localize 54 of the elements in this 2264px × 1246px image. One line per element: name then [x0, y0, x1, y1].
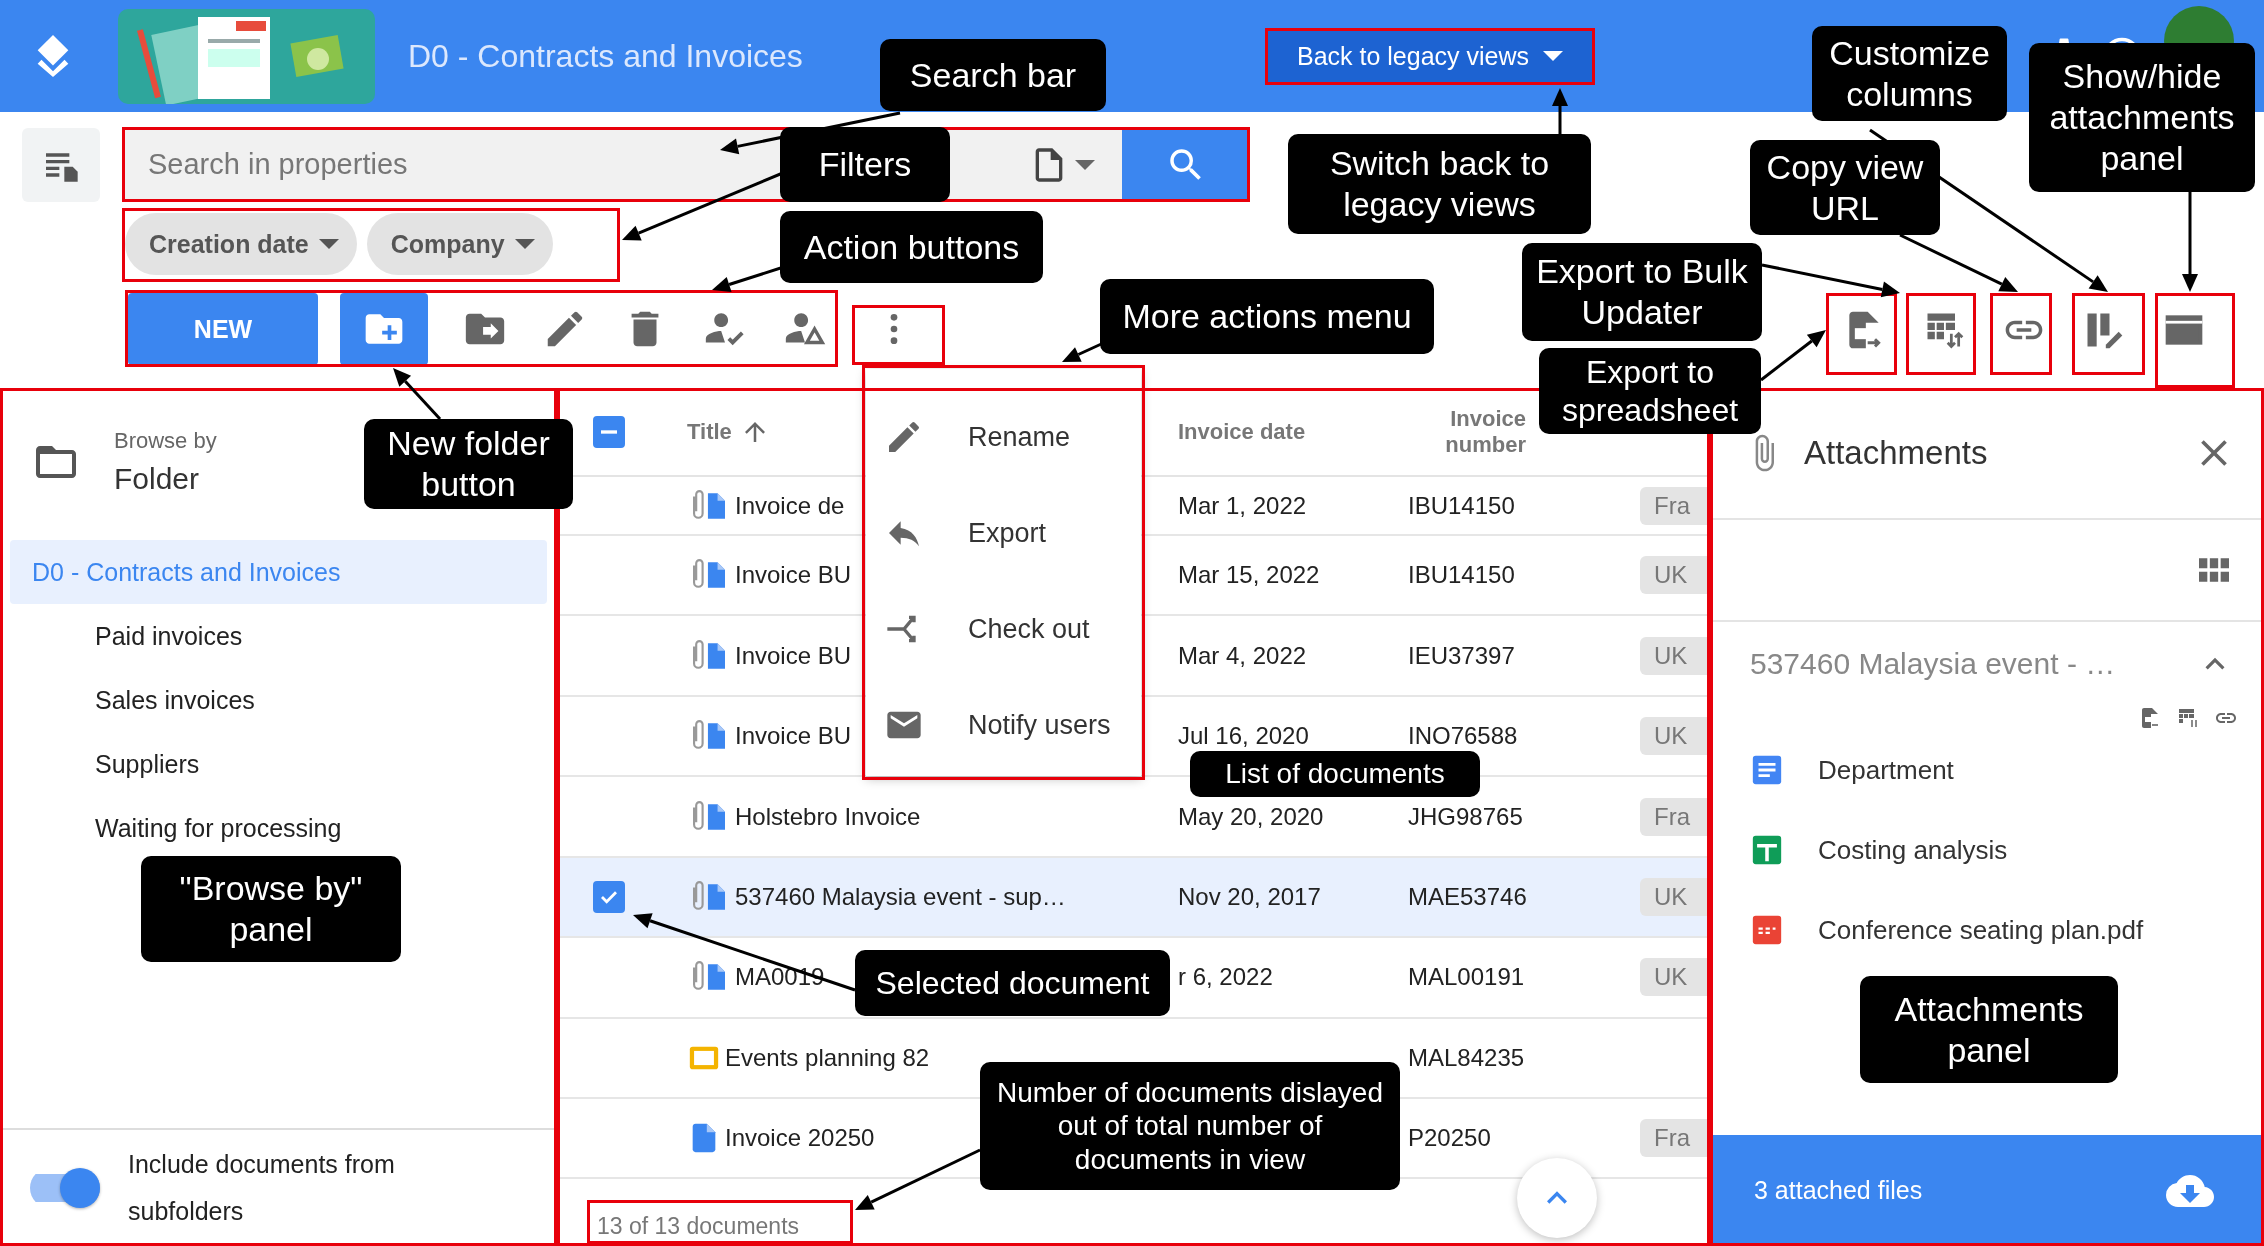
- invoice-number: MAE53746: [1408, 882, 1527, 910]
- invoice-number: INO76588: [1408, 722, 1518, 750]
- invoice-date: Mar 4, 2022: [1178, 641, 1307, 669]
- company-tag: Fra: [1640, 1119, 1709, 1158]
- annotation-tooltip: Export to Bulk Updater: [1522, 243, 1762, 341]
- company-tag: Fra: [1640, 486, 1709, 525]
- subfolders-label: Include documents from subfolders: [128, 1148, 396, 1227]
- annotation-tooltip: Filters: [780, 127, 950, 202]
- invoice-number: IEU37397: [1408, 641, 1515, 669]
- company-tag: Fra: [1640, 797, 1709, 836]
- invoice-number: P20250: [1408, 1124, 1491, 1152]
- document-title: Invoice 20250: [725, 1124, 875, 1153]
- annotation-tooltip: Selected document: [855, 950, 1170, 1016]
- document-title: Events planning 82: [725, 1043, 930, 1072]
- panel-title: Attachments: [1804, 434, 1988, 472]
- invoice-date: Jul 16, 2020: [1178, 722, 1309, 750]
- invoice-number: JHG98765: [1408, 802, 1523, 830]
- annotation-tooltip: "Browse by" panel: [141, 856, 401, 962]
- invoice-date: May 20, 2020: [1178, 802, 1324, 830]
- company-tag: UK: [1640, 958, 1709, 997]
- annotation-tooltip: Number of documents dislayed out of total number of documents in view: [980, 1062, 1400, 1190]
- company-tag: UK: [1640, 717, 1709, 756]
- document-title: Invoice BU: [735, 641, 852, 670]
- annotation-tooltip: Attachments panel: [1860, 976, 2118, 1083]
- document-title: Invoice de: [735, 491, 845, 520]
- annotation-tooltip: Export to spreadsheet: [1539, 348, 1761, 434]
- invoice-date: Mar 1, 2022: [1178, 491, 1307, 519]
- document-title: Invoice BU: [735, 561, 852, 590]
- annotation-tooltip: Customize columns: [1812, 26, 2007, 121]
- invoice-number: MAL00191: [1408, 963, 1525, 991]
- annotation-tooltip: More actions menu: [1100, 279, 1434, 354]
- view-title: D0 - Contracts and Invoices: [408, 37, 803, 74]
- document-title: 537460 Malaysia event - sup…: [735, 882, 1066, 911]
- annotation-tooltip: List of documents: [1190, 751, 1480, 797]
- document-count: 13 of 13 documents: [597, 1213, 800, 1241]
- company-tag: UK: [1640, 636, 1709, 675]
- document-title: Invoice BU: [735, 722, 852, 751]
- attached-files-count: 3 attached files: [1754, 1176, 1923, 1205]
- annotation-tooltip: Switch back to legacy views: [1288, 134, 1591, 234]
- invoice-date: r 6, 2022: [1178, 963, 1273, 991]
- annotation-tooltip: Copy view URL: [1750, 140, 1940, 235]
- annotation-tooltip: Action buttons: [780, 211, 1043, 283]
- invoice-date: Mar 15, 2022: [1178, 561, 1320, 589]
- browse-caption: Browse by: [114, 428, 217, 454]
- document-title: Holstebro Invoice: [735, 802, 921, 831]
- invoice-number: IBU14150: [1408, 491, 1515, 519]
- invoice-number: MAL84235: [1408, 1043, 1525, 1071]
- annotation-tooltip: Search bar: [880, 39, 1106, 111]
- annotation-tooltip: Show/hide attachments panel: [2029, 43, 2255, 192]
- invoice-number: IBU14150: [1408, 561, 1515, 589]
- company-tag: UK: [1640, 877, 1709, 916]
- invoice-date: Nov 20, 2017: [1178, 882, 1321, 910]
- company-tag: UK: [1640, 556, 1709, 595]
- annotation-tooltip: New folder button: [364, 419, 573, 509]
